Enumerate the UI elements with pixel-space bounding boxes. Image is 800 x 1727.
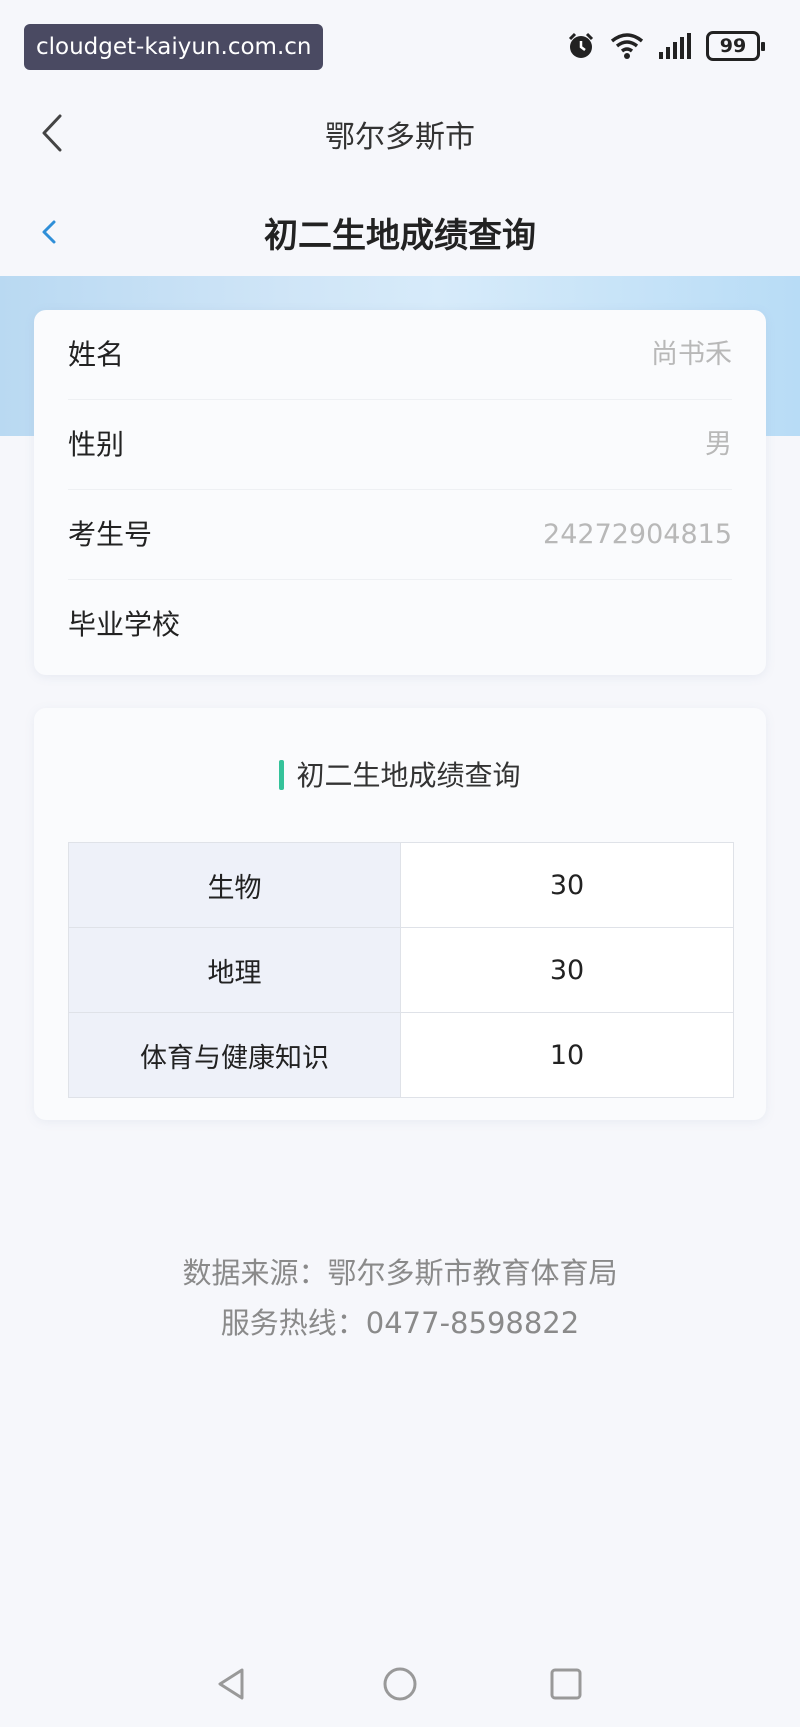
score-card: 初二生地成绩查询 生物 30 地理 30 体育与健康知识 10	[34, 708, 766, 1120]
subject-cell: 地理	[68, 927, 401, 1013]
nav-back-icon[interactable]	[210, 1662, 254, 1706]
gender-value: 男	[705, 429, 732, 460]
footer-info: 数据来源：鄂尔多斯市教育体育局 服务热线：0477-8598822	[0, 1248, 800, 1348]
system-nav-bar	[0, 1640, 800, 1727]
page-title: 初二生地成绩查询	[264, 216, 536, 256]
gender-label: 性别	[68, 428, 125, 461]
table-row: 生物 30	[68, 842, 734, 928]
nav-home-icon[interactable]	[378, 1662, 422, 1706]
info-row-name: 姓名 尚书禾	[68, 310, 732, 400]
page-header: 初二生地成绩查询	[0, 190, 800, 276]
info-row-gender: 性别 男	[68, 400, 732, 490]
student-info-card: 姓名 尚书禾 性别 男 考生号 24272904815 毕业学校	[34, 310, 766, 675]
score-cell: 30	[400, 927, 734, 1013]
alarm-icon	[568, 32, 594, 58]
name-value: 尚书禾	[651, 339, 732, 370]
subject-cell: 生物	[68, 842, 401, 928]
title-accent-bar	[279, 759, 285, 790]
hotline-text: 服务热线：0477-8598822	[220, 1306, 580, 1340]
battery-icon: 99	[706, 31, 765, 61]
nav-recents-icon[interactable]	[544, 1662, 588, 1706]
score-cell: 10	[400, 1012, 734, 1098]
data-source-text: 数据来源：鄂尔多斯市教育体育局	[182, 1256, 618, 1290]
score-section-title: 初二生地成绩查询	[34, 754, 766, 798]
subject-cell: 体育与健康知识	[68, 1012, 401, 1098]
wifi-icon	[610, 33, 644, 59]
table-row: 地理 30	[68, 927, 734, 1013]
status-bar: cloudget-kaiyun.com.cn 99	[0, 0, 800, 90]
score-cell: 30	[400, 842, 734, 928]
app-header: 鄂尔多斯市	[0, 90, 800, 178]
exam-id-value: 24272904815	[543, 519, 732, 550]
watermark: cloudget-kaiyun.com.cn	[24, 24, 324, 70]
name-label: 姓名	[68, 338, 125, 371]
score-table: 生物 30 地理 30 体育与健康知识 10	[68, 842, 734, 1098]
exam-id-label: 考生号	[68, 518, 153, 551]
status-icons: 99	[566, 28, 765, 64]
info-row-school: 毕业学校	[68, 580, 732, 670]
score-title-text: 初二生地成绩查询	[296, 759, 521, 792]
info-row-exam-id: 考生号 24272904815	[68, 490, 732, 580]
app-title: 鄂尔多斯市	[325, 120, 475, 155]
school-label: 毕业学校	[68, 608, 181, 641]
signal-icon	[659, 33, 691, 59]
table-row: 体育与健康知识 10	[68, 1012, 734, 1098]
